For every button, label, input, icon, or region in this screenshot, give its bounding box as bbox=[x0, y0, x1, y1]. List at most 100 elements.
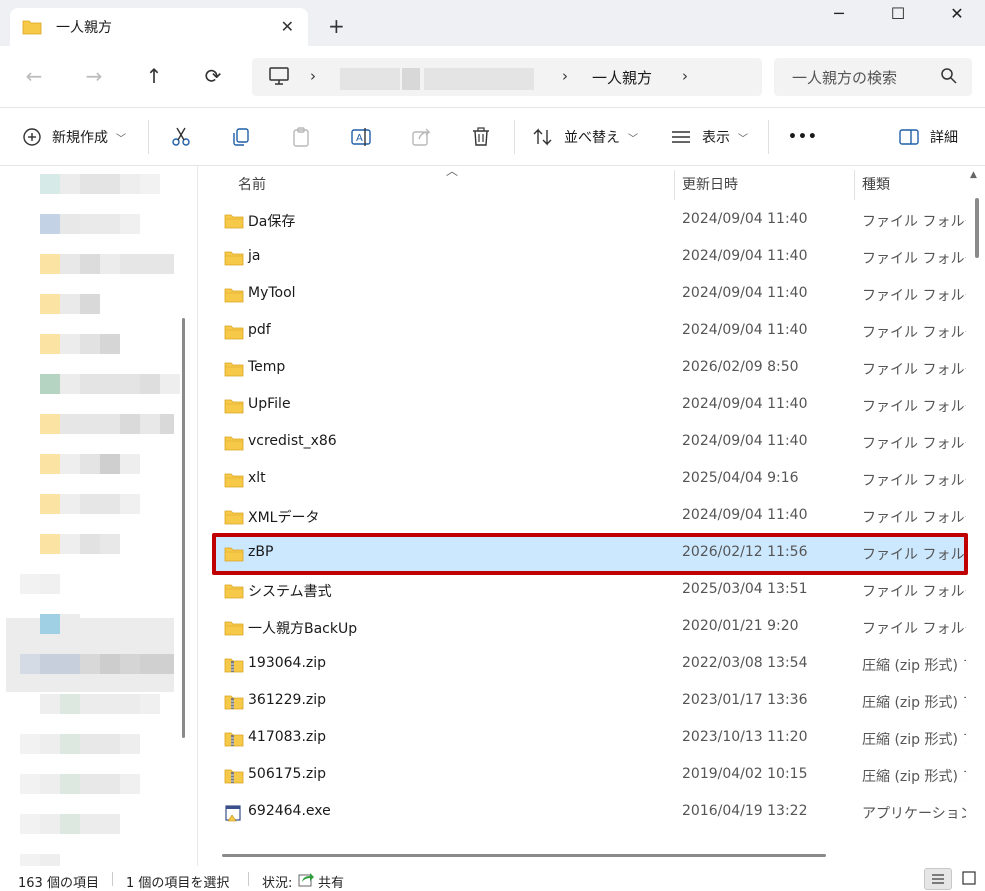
folder-icon bbox=[224, 620, 244, 640]
copy-button[interactable] bbox=[230, 124, 252, 150]
sort-ascending-icon: ︿ bbox=[446, 164, 459, 178]
sort-button[interactable]: 並べ替え ﹀ bbox=[532, 124, 638, 150]
table-row[interactable]: vcredist_x86 2024/09/04 11:40 ファイル フォルダー bbox=[214, 425, 966, 462]
sidebar-item[interactable] bbox=[40, 334, 120, 354]
table-row[interactable]: pdf 2024/09/04 11:40 ファイル フォルダー bbox=[214, 314, 966, 351]
table-row[interactable]: zBP 2026/02/12 11:56 ファイル フォルダー bbox=[214, 536, 966, 573]
table-row[interactable]: 506175.zip 2019/04/02 10:15 圧縮 (zip 形式) フォ… bbox=[214, 758, 966, 795]
file-date: 2026/02/09 8:50 bbox=[682, 359, 799, 375]
table-row[interactable]: MyTool 2024/09/04 11:40 ファイル フォルダー bbox=[214, 277, 966, 314]
status-bar: 163 個の項目 1 個の項目を選択 状況: 共有 bbox=[0, 866, 985, 891]
sidebar-item[interactable] bbox=[40, 614, 80, 634]
table-row[interactable]: UpFile 2024/09/04 11:40 ファイル フォルダー bbox=[214, 388, 966, 425]
search-box[interactable]: 一人親方の検索 bbox=[774, 58, 972, 96]
file-date: 2025/03/04 13:51 bbox=[682, 581, 808, 597]
sidebar-item[interactable] bbox=[40, 454, 140, 474]
details-view-button[interactable] bbox=[924, 868, 952, 890]
tab-close-icon[interactable]: ✕ bbox=[281, 17, 294, 36]
file-type: ファイル フォルダー bbox=[862, 436, 966, 452]
sidebar-item[interactable] bbox=[20, 774, 140, 794]
sidebar-item[interactable] bbox=[20, 734, 140, 754]
chevron-down-icon: ﹀ bbox=[116, 133, 126, 145]
sidebar-item[interactable] bbox=[40, 294, 100, 314]
table-row[interactable]: 692464.exe 2016/04/19 13:22 アプリケーション bbox=[214, 795, 966, 832]
sidebar-item[interactable] bbox=[40, 414, 174, 434]
sidebar-item[interactable] bbox=[40, 254, 174, 274]
file-type: 圧縮 (zip 形式) フォルダー bbox=[862, 658, 966, 674]
folder-icon bbox=[224, 435, 244, 455]
up-button[interactable]: ↑ bbox=[140, 64, 168, 92]
search-input[interactable]: 一人親方の検索 bbox=[792, 67, 897, 88]
rename-button[interactable]: A bbox=[350, 124, 374, 150]
table-row[interactable]: Da保存 2024/09/04 11:40 ファイル フォルダー bbox=[214, 203, 966, 240]
view-button[interactable]: 表示 ﹀ bbox=[670, 124, 748, 150]
address-bar[interactable]: › › 一人親方 › bbox=[252, 58, 762, 96]
zip-folder-icon bbox=[224, 694, 244, 714]
close-window-button[interactable]: ✕ bbox=[942, 4, 972, 28]
back-button[interactable]: ← bbox=[20, 64, 48, 92]
file-date: 2025/04/04 9:16 bbox=[682, 470, 799, 486]
sidebar-item[interactable] bbox=[20, 814, 120, 834]
sidebar-item[interactable] bbox=[20, 574, 60, 594]
sidebar-item[interactable] bbox=[40, 174, 160, 194]
sidebar-scrollbar[interactable] bbox=[182, 318, 185, 738]
plus-circle-icon bbox=[23, 128, 41, 146]
table-row[interactable]: 417083.zip 2023/10/13 11:20 圧縮 (zip 形式) フォ… bbox=[214, 721, 966, 758]
sidebar-item[interactable] bbox=[40, 694, 160, 714]
sidebar-item[interactable] bbox=[20, 654, 174, 674]
divider bbox=[514, 120, 515, 154]
table-row[interactable]: 193064.zip 2022/03/08 13:54 圧縮 (zip 形式) フォ… bbox=[214, 647, 966, 684]
new-button[interactable]: 新規作成 ﹀ bbox=[22, 124, 126, 150]
table-row[interactable]: 361229.zip 2023/01/17 13:36 圧縮 (zip 形式) フォ… bbox=[214, 684, 966, 721]
details-pane-button[interactable]: 詳細 bbox=[898, 124, 958, 150]
column-header-name[interactable]: 名前 bbox=[238, 174, 266, 194]
scroll-up-arrow-icon[interactable]: ▲ bbox=[970, 170, 977, 180]
table-row[interactable]: xlt 2025/04/04 9:16 ファイル フォルダー bbox=[214, 462, 966, 499]
tab-current-folder[interactable]: 一人親方 ✕ bbox=[10, 8, 308, 46]
delete-button[interactable] bbox=[470, 124, 492, 150]
sidebar-item[interactable] bbox=[40, 494, 140, 514]
maximize-button[interactable]: ☐ bbox=[883, 4, 913, 28]
share-icon bbox=[412, 128, 431, 146]
table-row[interactable]: システム書式 2025/03/04 13:51 ファイル フォルダー bbox=[214, 573, 966, 610]
file-type: ファイル フォルダー bbox=[862, 621, 966, 637]
file-name: 506175.zip bbox=[248, 766, 327, 782]
minimize-button[interactable]: ─ bbox=[824, 4, 854, 28]
file-name: xlt bbox=[248, 470, 266, 486]
file-name: 一人親方BackUp bbox=[248, 621, 358, 637]
breadcrumb-current[interactable]: 一人親方 bbox=[592, 67, 652, 88]
sidebar-item[interactable] bbox=[40, 214, 140, 234]
sort-icon bbox=[533, 128, 552, 146]
divider bbox=[768, 120, 769, 154]
copy-icon bbox=[233, 128, 249, 146]
table-row[interactable]: XMLデータ 2024/09/04 11:40 ファイル フォルダー bbox=[214, 499, 966, 536]
vertical-scrollbar[interactable] bbox=[975, 198, 979, 258]
file-name: zBP bbox=[248, 544, 274, 560]
folder-icon bbox=[224, 361, 244, 381]
file-date: 2019/04/02 10:15 bbox=[682, 766, 808, 782]
new-tab-button[interactable]: + bbox=[328, 14, 345, 38]
folder-icon bbox=[224, 324, 244, 344]
column-divider[interactable] bbox=[854, 170, 855, 200]
folder-icon bbox=[224, 583, 244, 603]
sidebar-item[interactable] bbox=[40, 374, 180, 394]
column-header-date[interactable]: 更新日時 bbox=[682, 174, 738, 194]
divider bbox=[248, 872, 249, 886]
tiles-view-button[interactable] bbox=[956, 868, 984, 890]
forward-button[interactable]: → bbox=[80, 64, 108, 92]
share-button[interactable] bbox=[410, 124, 432, 150]
column-header-type[interactable]: 種類 bbox=[862, 174, 890, 194]
redacted-breadcrumb bbox=[340, 68, 400, 90]
table-row[interactable]: ja 2024/09/04 11:40 ファイル フォルダー bbox=[214, 240, 966, 277]
horizontal-scrollbar[interactable] bbox=[222, 854, 826, 857]
table-row[interactable]: 一人親方BackUp 2020/01/21 9:20 ファイル フォルダー bbox=[214, 610, 966, 647]
refresh-button[interactable]: ⟳ bbox=[199, 64, 227, 92]
trash-icon bbox=[473, 127, 489, 146]
column-divider[interactable] bbox=[674, 170, 675, 200]
cut-button[interactable] bbox=[170, 124, 192, 150]
folder-icon bbox=[22, 20, 42, 35]
sidebar-item[interactable] bbox=[40, 534, 120, 554]
paste-button[interactable] bbox=[290, 124, 312, 150]
more-options-button[interactable]: ••• bbox=[788, 124, 818, 150]
table-row[interactable]: Temp 2026/02/09 8:50 ファイル フォルダー bbox=[214, 351, 966, 388]
